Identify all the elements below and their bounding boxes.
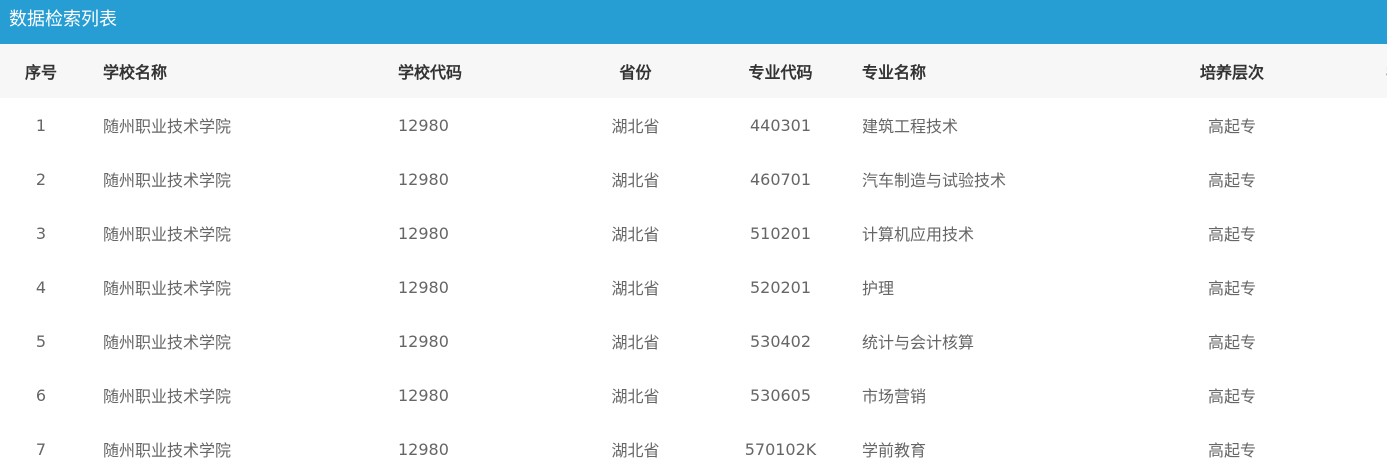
cell-school-name: 随州职业技术学院 (103, 279, 232, 298)
header-province: 省份 (619, 63, 652, 82)
cell-school-name: 随州职业技术学院 (103, 387, 232, 406)
cell-major-code: 530605 (749, 385, 812, 405)
cell-major-code: 570102K (744, 439, 817, 459)
header-row: 序号 学校名称 学校代码 省份 专业代码 专业名称 培养层次 学习形式 (0, 44, 1387, 98)
cell-level: 高起专 (1207, 117, 1256, 136)
table-body: 1 随州职业技术学院 12980 湖北省 440301 建筑工程技术 高起专 业… (0, 98, 1387, 474)
cell-school-code: 12980 (398, 223, 449, 243)
cell-study-form: 业余 (1314, 260, 1387, 314)
cell-major-name: 市场营销 (862, 387, 927, 406)
table-row: 4 随州职业技术学院 12980 湖北省 520201 护理 高起专 业余 (0, 260, 1387, 314)
table-row: 3 随州职业技术学院 12980 湖北省 510201 计算机应用技术 高起专 … (0, 206, 1387, 260)
table-row: 2 随州职业技术学院 12980 湖北省 460701 汽车制造与试验技术 高起… (0, 152, 1387, 206)
cell-seq: 6 (35, 385, 47, 405)
cell-school-name: 随州职业技术学院 (103, 225, 232, 244)
cell-major-code: 530402 (749, 331, 812, 351)
cell-major-name: 统计与会计核算 (862, 333, 975, 352)
cell-school-name: 随州职业技术学院 (103, 441, 232, 460)
cell-school-code: 12980 (398, 115, 449, 135)
cell-school-code: 12980 (398, 277, 449, 297)
cell-major-code: 520201 (749, 277, 812, 297)
header-school-code: 学校代码 (398, 63, 463, 82)
header-level: 培养层次 (1199, 63, 1264, 82)
cell-level: 高起专 (1207, 279, 1256, 298)
cell-school-code: 12980 (398, 169, 449, 189)
header-major-code: 专业代码 (748, 63, 813, 82)
table-row: 6 随州职业技术学院 12980 湖北省 530605 市场营销 高起专 业余 (0, 368, 1387, 422)
panel-title: 数据检索列表 (0, 0, 1387, 44)
cell-major-code: 460701 (749, 169, 812, 189)
cell-province: 湖北省 (611, 225, 660, 244)
cell-major-name: 学前教育 (862, 441, 927, 460)
cell-study-form: 业余 (1314, 314, 1387, 368)
cell-major-code: 510201 (749, 223, 812, 243)
cell-province: 湖北省 (611, 333, 660, 352)
header-seq: 序号 (24, 63, 57, 82)
table-row: 5 随州职业技术学院 12980 湖北省 530402 统计与会计核算 高起专 … (0, 314, 1387, 368)
cell-study-form: 业余 (1314, 368, 1387, 422)
cell-school-name: 随州职业技术学院 (103, 117, 232, 136)
cell-province: 湖北省 (611, 387, 660, 406)
cell-seq: 7 (35, 439, 47, 459)
cell-school-code: 12980 (398, 439, 449, 459)
cell-school-name: 随州职业技术学院 (103, 333, 232, 352)
cell-province: 湖北省 (611, 117, 660, 136)
cell-province: 湖北省 (611, 171, 660, 190)
results-table: 序号 学校名称 学校代码 省份 专业代码 专业名称 培养层次 学习形式 1 随州… (0, 44, 1387, 474)
table-row: 1 随州职业技术学院 12980 湖北省 440301 建筑工程技术 高起专 业… (0, 98, 1387, 152)
cell-seq: 1 (35, 115, 47, 135)
cell-level: 高起专 (1207, 225, 1256, 244)
cell-study-form: 业余 (1314, 98, 1387, 152)
cell-major-name: 汽车制造与试验技术 (862, 171, 1007, 190)
header-study-form: 学习形式 (1314, 44, 1387, 98)
cell-level: 高起专 (1207, 387, 1256, 406)
cell-seq: 2 (35, 169, 47, 189)
cell-major-code: 440301 (749, 115, 812, 135)
table-header: 序号 学校名称 学校代码 省份 专业代码 专业名称 培养层次 学习形式 (0, 44, 1387, 98)
cell-study-form: 业余 (1314, 206, 1387, 260)
cell-seq: 4 (35, 277, 47, 297)
header-school-name: 学校名称 (103, 63, 168, 82)
cell-level: 高起专 (1207, 333, 1256, 352)
cell-province: 湖北省 (611, 441, 660, 460)
cell-school-code: 12980 (398, 331, 449, 351)
cell-major-name: 护理 (862, 279, 895, 298)
cell-school-code: 12980 (398, 385, 449, 405)
cell-seq: 5 (35, 331, 47, 351)
cell-study-form: 业余 (1314, 152, 1387, 206)
cell-school-name: 随州职业技术学院 (103, 171, 232, 190)
cell-seq: 3 (35, 223, 47, 243)
cell-study-form: 业余 (1314, 422, 1387, 474)
cell-major-name: 计算机应用技术 (862, 225, 975, 244)
table-row: 7 随州职业技术学院 12980 湖北省 570102K 学前教育 高起专 业余 (0, 422, 1387, 474)
cell-province: 湖北省 (611, 279, 660, 298)
cell-level: 高起专 (1207, 441, 1256, 460)
header-major-name: 专业名称 (862, 63, 927, 82)
cell-level: 高起专 (1207, 171, 1256, 190)
cell-major-name: 建筑工程技术 (862, 117, 959, 136)
data-search-panel: 数据检索列表 序号 学校名称 学校代码 省份 专业代码 专业名称 培养层次 学习… (0, 0, 1387, 474)
